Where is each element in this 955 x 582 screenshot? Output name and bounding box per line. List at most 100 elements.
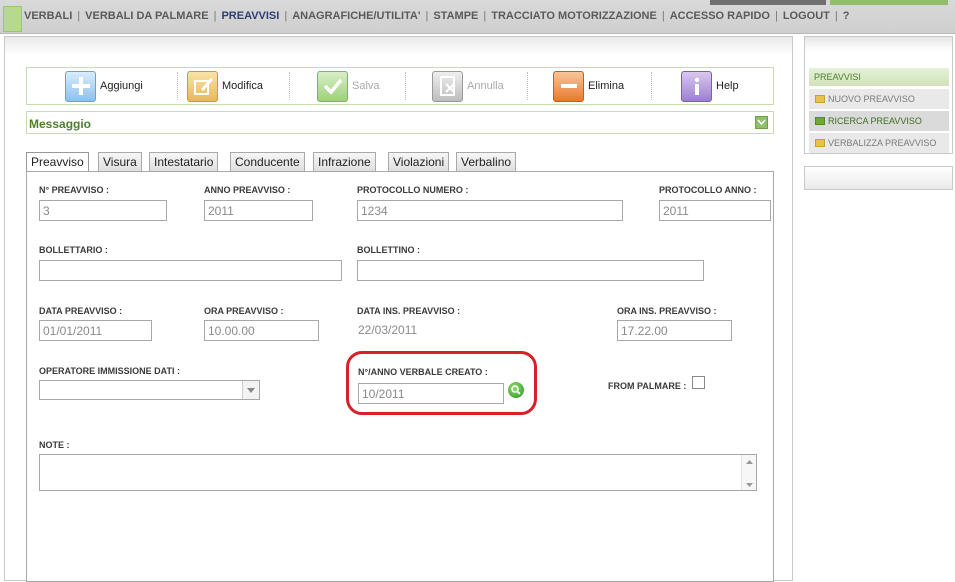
- column-gap: [796, 36, 802, 581]
- folder-icon: [815, 139, 825, 147]
- delete-button[interactable]: Elimina: [553, 70, 624, 102]
- help-button[interactable]: Help: [681, 70, 739, 102]
- tab-verbalino[interactable]: Verbalino: [456, 152, 517, 172]
- sidebar-item-label: VERBALIZZA PREAVVISO: [828, 138, 937, 148]
- menu-item-stampe[interactable]: STAMPE: [433, 10, 478, 22]
- n-preavviso-label: N° PREAVVISO :: [39, 185, 109, 195]
- info-icon: [681, 70, 712, 102]
- folder-icon: [815, 117, 825, 125]
- sidebar-item-nuovo-preavviso[interactable]: NUOVO PREAVVISO: [809, 89, 949, 109]
- protocollo-numero-field[interactable]: [357, 200, 623, 221]
- ora-ins-preavviso-label: ORA INS. PREAVVISO :: [617, 306, 717, 316]
- minus-icon: [553, 70, 584, 102]
- sidebar-header-gradient: [805, 37, 952, 51]
- bollettino-field[interactable]: [357, 260, 704, 281]
- add-button[interactable]: Aggiungi: [65, 70, 143, 102]
- bollettario-field[interactable]: [39, 260, 342, 281]
- toolbar-divider: [405, 72, 406, 100]
- action-toolbar: Aggiungi Modifica Salva Annulla Elimina …: [26, 67, 774, 105]
- preavviso-form: N° PREAVVISO : ANNO PREAVVISO : PROTOCOL…: [26, 171, 774, 582]
- save-button[interactable]: Salva: [317, 70, 380, 102]
- folder-icon: [815, 95, 825, 103]
- n-anno-verbale-label: N°/ANNO VERBALE CREATO :: [358, 367, 488, 377]
- operatore-select[interactable]: [39, 380, 260, 400]
- top-tab-green: [830, 0, 948, 5]
- ora-preavviso-label: ORA PREAVVISO :: [204, 306, 284, 316]
- cancel-button[interactable]: Annulla: [432, 70, 504, 102]
- tab-violazioni[interactable]: Violazioni: [388, 152, 450, 172]
- data-preavviso-field[interactable]: [39, 320, 152, 341]
- sidebar-item-verbalizza-preavviso[interactable]: VERBALIZZA PREAVVISO: [809, 133, 949, 153]
- main-header-gradient: [5, 37, 792, 55]
- nav-left-marker: [3, 6, 22, 32]
- menu-separator: |: [483, 10, 487, 22]
- collapse-toggle-icon[interactable]: [755, 116, 768, 129]
- menu-item-logout[interactable]: LOGOUT: [783, 10, 830, 22]
- toolbar-divider: [289, 72, 290, 100]
- chevron-down-icon[interactable]: [242, 381, 259, 399]
- menu-item-verbali[interactable]: VERBALI: [24, 10, 72, 22]
- menu-item-preavvisi[interactable]: PREAVVISI: [221, 10, 279, 22]
- anno-preavviso-field[interactable]: [204, 200, 313, 221]
- toolbar-divider: [651, 72, 652, 100]
- toolbar-divider: [177, 72, 178, 100]
- sidebar-item-ricerca-preavviso[interactable]: RICERCA PREAVVISO: [809, 111, 949, 131]
- menu-separator: |: [425, 10, 429, 22]
- edit-icon: [187, 70, 218, 102]
- sidebar: PREAVVISI NUOVO PREAVVISO RICERCA PREAVV…: [804, 36, 953, 154]
- note-scrollbar[interactable]: [741, 455, 756, 490]
- data-ins-preavviso-label: DATA INS. PREAVVISO :: [357, 306, 461, 316]
- tab-visura[interactable]: Visura: [98, 152, 142, 172]
- message-bar: Messaggio: [26, 111, 774, 134]
- top-tab-dark: [710, 0, 826, 5]
- top-navigation-bar: VERBALI | VERBALI DA PALMARE | PREAVVISI | ANA…: [0, 0, 955, 34]
- add-button-label: Aggiungi: [100, 80, 143, 92]
- menu-separator: |: [774, 10, 778, 22]
- sidebar-item-label: NUOVO PREAVVISO: [828, 94, 915, 104]
- message-label: Messaggio: [29, 117, 92, 131]
- search-icon[interactable]: [508, 382, 524, 398]
- data-preavviso-label: DATA PREAVVISO :: [39, 306, 123, 316]
- bollettario-label: BOLLETTARIO :: [39, 245, 108, 255]
- sidebar-secondary-panel: [804, 166, 953, 190]
- menu-separator: |: [284, 10, 288, 22]
- menu-item-tracciato-motorizzazione[interactable]: TRACCIATO MOTORIZZAZIONE: [491, 10, 657, 22]
- edit-button[interactable]: Modifica: [187, 70, 263, 102]
- protocollo-anno-field[interactable]: [659, 200, 771, 221]
- checkmark-icon: [317, 70, 348, 102]
- protocollo-numero-label: PROTOCOLLO NUMERO :: [357, 185, 469, 195]
- menu-separator: |: [834, 10, 838, 22]
- ora-ins-preavviso-field[interactable]: [617, 320, 732, 341]
- note-textarea[interactable]: [39, 454, 757, 491]
- toolbar-divider: [527, 72, 528, 100]
- menu-item-verbali-da-palmare[interactable]: VERBALI DA PALMARE: [85, 10, 208, 22]
- cancel-button-label: Annulla: [467, 80, 504, 92]
- menu-item-anagrafiche-utilita[interactable]: ANAGRAFICHE/UTILITA': [292, 10, 420, 22]
- tab-intestatario[interactable]: Intestatario: [149, 152, 219, 172]
- operatore-label: OPERATORE IMMISSIONE DATI :: [39, 366, 181, 376]
- tab-infrazione[interactable]: Infrazione: [313, 152, 376, 172]
- from-palmare-checkbox[interactable]: [692, 376, 705, 389]
- main-menu: VERBALI | VERBALI DA PALMARE | PREAVVISI | ANA…: [24, 10, 849, 22]
- menu-item-help[interactable]: ?: [843, 10, 850, 22]
- delete-button-label: Elimina: [588, 80, 625, 92]
- n-preavviso-field[interactable]: [39, 200, 167, 221]
- sidebar-title: PREAVVISI: [809, 68, 949, 86]
- menu-separator: |: [77, 10, 81, 22]
- ora-preavviso-field[interactable]: [204, 320, 319, 341]
- anno-preavviso-label: ANNO PREAVVISO :: [204, 185, 291, 195]
- cancel-document-icon: [432, 70, 463, 102]
- plus-icon: [65, 70, 96, 102]
- menu-separator: |: [661, 10, 665, 22]
- main-content: Aggiungi Modifica Salva Annulla Elimina …: [4, 36, 793, 582]
- help-button-label: Help: [716, 80, 739, 92]
- tab-preavviso[interactable]: Preavviso: [26, 152, 89, 173]
- protocollo-anno-label: PROTOCOLLO ANNO :: [659, 185, 757, 195]
- menu-separator: |: [213, 10, 217, 22]
- sidebar-item-label: RICERCA PREAVVISO: [828, 116, 922, 126]
- menu-item-accesso-rapido[interactable]: ACCESSO RAPIDO: [670, 10, 770, 22]
- save-button-label: Salva: [352, 80, 380, 92]
- tab-conducente[interactable]: Conducente: [230, 152, 305, 172]
- bollettino-label: BOLLETTINO :: [357, 245, 420, 255]
- n-anno-verbale-field[interactable]: [358, 383, 504, 404]
